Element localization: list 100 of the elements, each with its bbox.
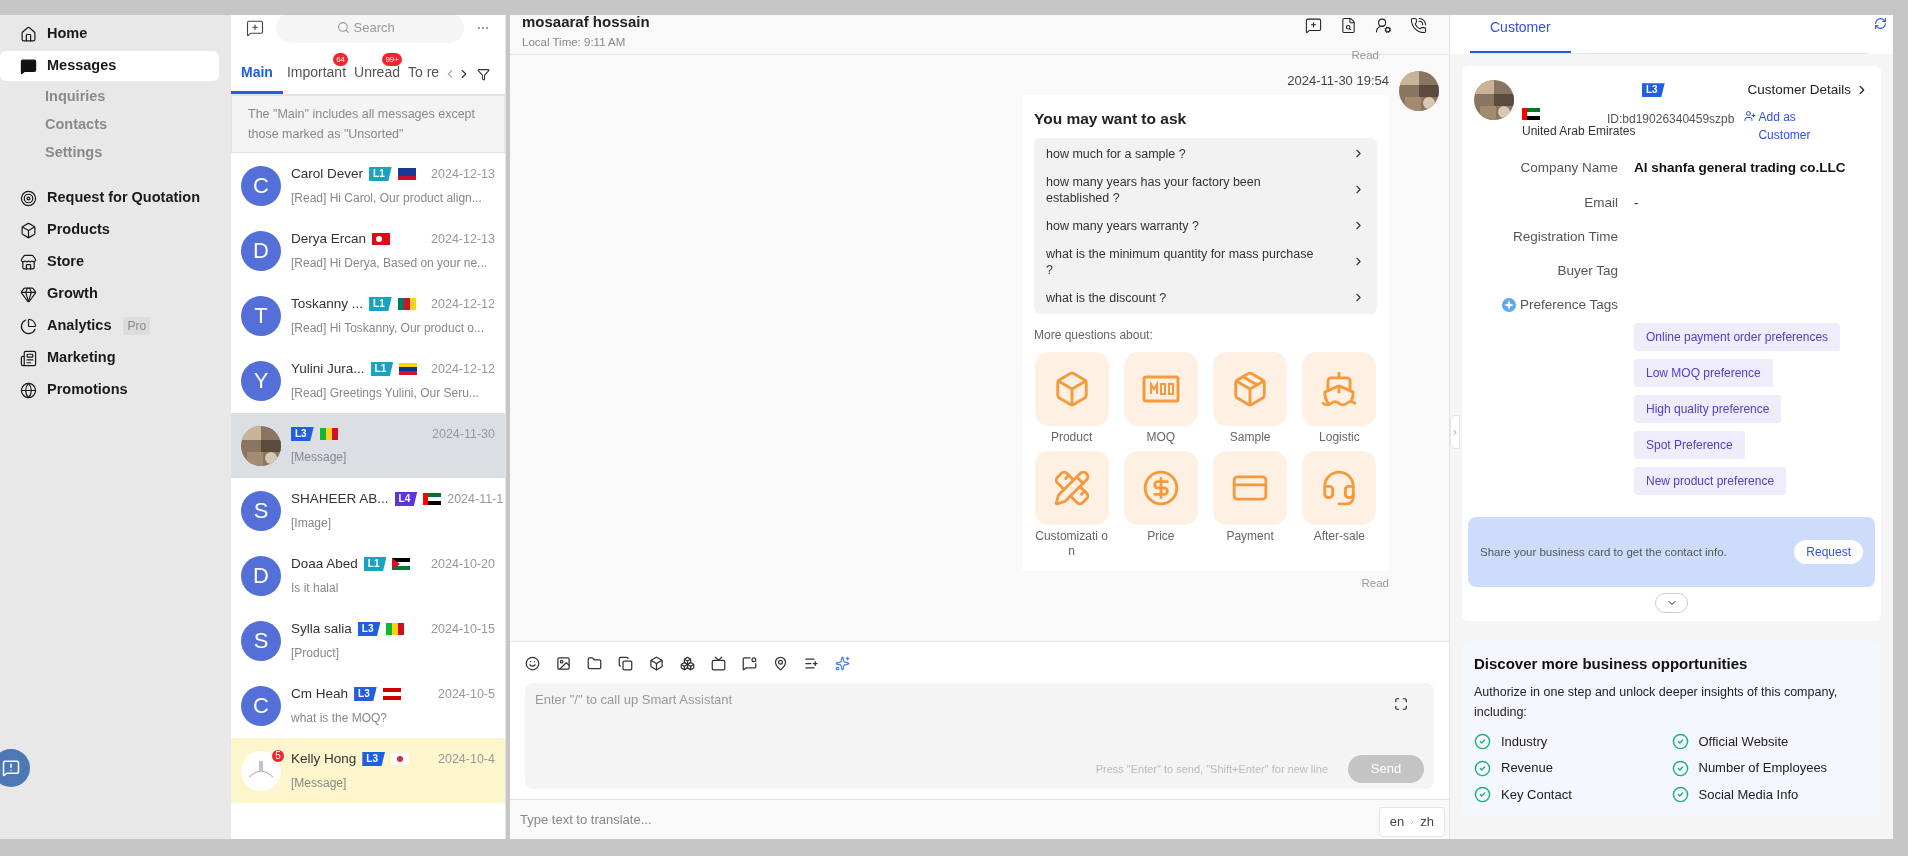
sidebar-item[interactable]: Home [0, 19, 219, 49]
conversation-date: 2024-11-30 [432, 425, 495, 443]
globe-icon [20, 381, 37, 399]
refresh-icon[interactable] [1874, 17, 1887, 30]
sidebar-item[interactable]: Growth [0, 279, 219, 309]
sidebar-item[interactable]: Analytics Pro [0, 311, 219, 341]
avatar: C [241, 165, 281, 206]
home-icon [20, 25, 37, 43]
message-preview: [Message] [291, 449, 348, 467]
filter-tab[interactable]: Important 64 [282, 54, 351, 94]
chat-dot-icon[interactable] [742, 656, 757, 671]
check-icon [1671, 733, 1689, 750]
question-item[interactable]: how many years has your factory been established ? [1034, 167, 1377, 212]
level-badge: L3 [357, 622, 381, 636]
tv-icon[interactable] [711, 656, 726, 671]
check-icon [1671, 759, 1689, 777]
flag-icon [386, 623, 405, 635]
sidebar-item[interactable]: Products [0, 215, 219, 245]
sidebar-item[interactable]: Request for Quotation [0, 183, 219, 213]
list-icon[interactable] [804, 656, 819, 671]
translate-field[interactable]: Type text to translate... [520, 809, 1379, 830]
preference-tag: Spot Preference [1634, 431, 1745, 460]
contact-name: Carol Dever [291, 164, 364, 183]
language-pair-button[interactable]: en zh [1378, 806, 1445, 837]
conversation-date: 2024-12-12 [431, 360, 495, 378]
level-badge: L1 [363, 557, 387, 571]
comment-icon[interactable] [1305, 17, 1322, 34]
add-user-icon [1744, 110, 1757, 123]
flag-icon [397, 168, 416, 180]
message-preview: [Read] Hi Carol, Our product align... [291, 190, 483, 208]
filter-tab[interactable]: Unread 99+ [350, 54, 404, 94]
sidebar-item[interactable]: Store [0, 247, 219, 277]
diamond-icon [20, 285, 37, 303]
read-status: Read [1361, 575, 1389, 591]
insight-item: Industry [1501, 732, 1548, 751]
flag-icon [372, 233, 391, 245]
filter-icon[interactable] [477, 67, 491, 81]
phone-icon[interactable] [1410, 17, 1427, 34]
insight-item: Number of Employees [1698, 759, 1828, 778]
boxes-icon[interactable] [680, 656, 695, 671]
sidebar-item[interactable]: Marketing [0, 343, 219, 373]
contact-name: SHAHEER AB... [291, 489, 389, 508]
ai-icon[interactable] [835, 656, 850, 671]
ship-icon [1320, 369, 1359, 408]
insight-item: Social Media Info [1698, 785, 1799, 804]
conversation-date: 2024-10-5 [438, 685, 495, 703]
field-value: Al shanfa general trading co.LLC [1634, 159, 1846, 178]
section-title: Discover more business opportunities [1474, 654, 1749, 675]
check-icon [1474, 786, 1491, 803]
cube-icon [20, 221, 37, 239]
feedback-button[interactable] [0, 749, 30, 787]
message-preview: [Product] [291, 645, 341, 663]
field-label: Buyer Tag [1556, 262, 1618, 280]
conversation-row[interactable]: 5 Kelly Hong L3 2024-10-4 [Message] [231, 738, 505, 803]
user-settings-icon[interactable] [1375, 17, 1392, 34]
level-badge: L1 [369, 167, 392, 181]
store-icon [20, 253, 37, 271]
unread-badge: 5 [271, 748, 285, 763]
message-preview: Is it halal [291, 580, 340, 598]
expand-handle-icon[interactable] [1451, 427, 1459, 437]
customer-details-link[interactable]: Customer Details [1747, 80, 1869, 101]
field-label: Email [1583, 193, 1618, 212]
section-description: Authorize in one step and unlock deeper insights of this company, including: [1474, 683, 1839, 721]
conversation-date: 2024-10-15 [431, 620, 495, 638]
conversation-date: 2024-10-4 [438, 750, 495, 768]
search-list-icon[interactable] [1340, 17, 1357, 34]
add-customer-link[interactable]: Add as Customer [1744, 108, 1825, 145]
folder-icon[interactable] [587, 656, 602, 671]
sidebar-item[interactable]: Messages [0, 51, 219, 81]
request-button[interactable]: Request [1794, 540, 1863, 565]
insight-item: Key Contact [1501, 785, 1572, 804]
preference-tag: New product preference [1634, 467, 1787, 496]
contact-name: Toskanny ... [291, 294, 364, 313]
flag-icon [1522, 108, 1540, 121]
field-label: Registration Time [1511, 227, 1618, 246]
sidebar-item[interactable]: Promotions [0, 375, 219, 405]
emoji-icon[interactable] [525, 656, 540, 671]
location-icon[interactable] [773, 656, 788, 671]
message-preview: [Read] Hi Toskanny, Our product o... [291, 320, 485, 338]
conversation-date: 2024-11-1 [447, 490, 504, 508]
question-item[interactable]: what is the discount ? [1034, 283, 1377, 312]
field-label: Preference Tags [1519, 296, 1618, 315]
check-icon [1474, 733, 1491, 750]
question-item[interactable]: how many years warranty ? [1034, 211, 1377, 240]
copy-icon[interactable] [618, 656, 633, 671]
cube-icon[interactable] [649, 656, 664, 671]
avatar: T [241, 295, 281, 336]
new-chat-icon[interactable] [246, 18, 264, 37]
filter-tab[interactable]: To re [403, 54, 444, 94]
avatar: C [241, 685, 281, 726]
conversation-row[interactable]: L3 2024-11-30 [Message] [231, 413, 505, 478]
fullscreen-icon[interactable] [1394, 697, 1408, 711]
chat-icon [20, 57, 37, 75]
message-input[interactable]: Enter "/" to call up Smart Assistant [535, 689, 1394, 711]
contact-name: Sylla salia [291, 619, 352, 638]
avatar: S [241, 490, 281, 531]
insight-item: Official Website [1698, 732, 1789, 751]
image-icon[interactable] [556, 656, 571, 671]
question-item[interactable]: how much for a sample ? [1034, 139, 1377, 168]
question-item[interactable]: what is the minimum quantity for mass purchase ? [1034, 239, 1377, 284]
